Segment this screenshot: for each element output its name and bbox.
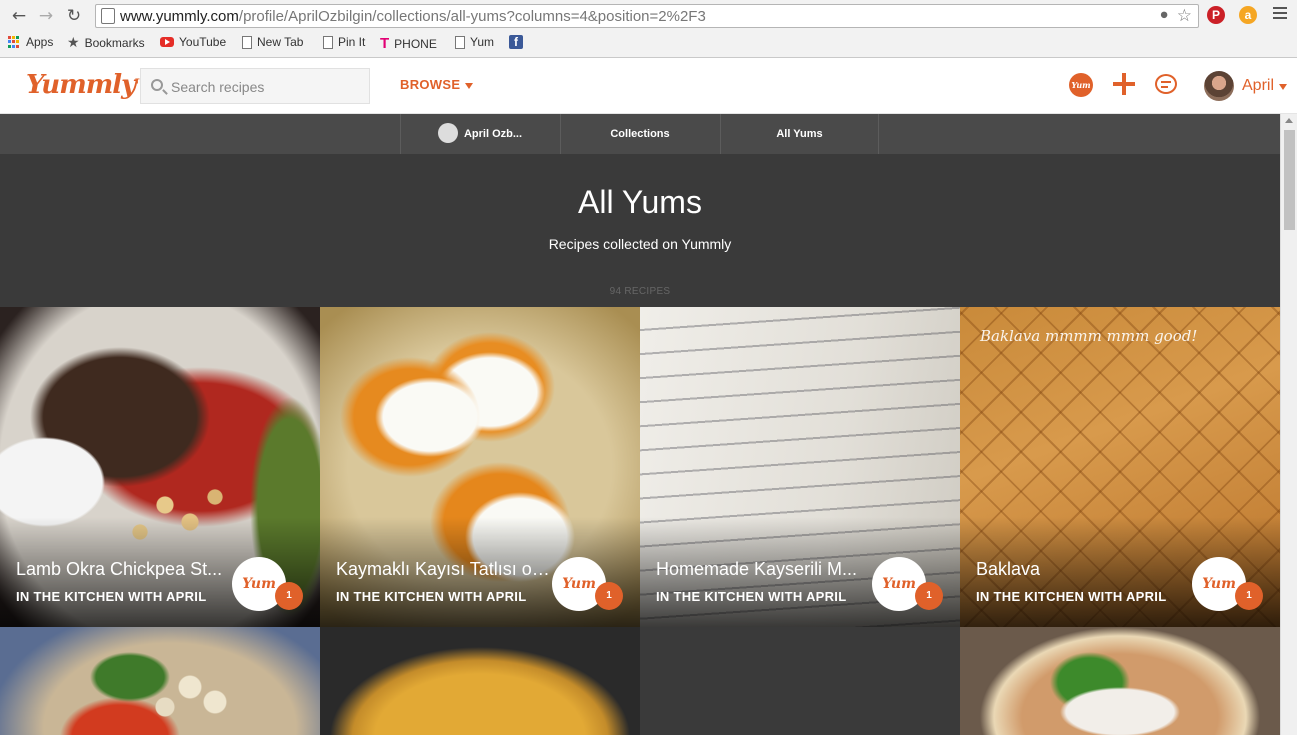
t-mobile-icon: T — [380, 35, 390, 52]
bookmark-youtube[interactable]: YouTube — [160, 35, 226, 49]
scroll-up-icon[interactable] — [1285, 118, 1293, 123]
recipe-source[interactable]: IN THE KITCHEN WITH APRIL — [656, 589, 846, 604]
bookmarks-bar: Apps ★ Bookmarks YouTube New Tab Pin It … — [0, 32, 1297, 54]
recipe-card[interactable] — [0, 627, 320, 735]
yum-count-badge: 1 — [275, 582, 303, 610]
recipe-card[interactable] — [960, 627, 1280, 735]
bookmark-phone[interactable]: T PHONE — [380, 35, 437, 52]
pinterest-icon[interactable]: P — [1207, 6, 1225, 24]
user-menu[interactable]: April — [1242, 77, 1274, 95]
yum-button[interactable]: Yum — [1069, 73, 1093, 97]
yummly-logo[interactable]: YummlyTM — [26, 70, 145, 100]
recipe-card[interactable]: Homemade Kayserili M... IN THE KITCHEN W… — [640, 307, 960, 627]
recipe-image[interactable] — [960, 627, 1280, 735]
search-box[interactable] — [140, 68, 370, 104]
recipe-source[interactable]: IN THE KITCHEN WITH APRIL — [16, 589, 206, 604]
breadcrumb-collections[interactable]: Collections — [560, 114, 719, 154]
scrollbar[interactable] — [1280, 114, 1297, 735]
recipe-card[interactable]: Baklava mmmm mmm good! Baklava IN THE KI… — [960, 307, 1280, 627]
bookmark-star-icon[interactable]: ☆ — [1177, 6, 1192, 26]
chevron-down-icon — [465, 82, 474, 89]
back-icon[interactable]: ← — [8, 6, 30, 26]
messages-icon[interactable] — [1155, 74, 1177, 94]
apps-grid-icon — [8, 35, 21, 49]
page-icon — [323, 35, 333, 49]
avatar — [437, 123, 458, 144]
facebook-icon: f — [509, 35, 523, 49]
search-input[interactable] — [171, 77, 361, 97]
avatar[interactable] — [1204, 71, 1234, 101]
bookmark-bookmarks[interactable]: ★ Bookmarks — [67, 35, 145, 51]
add-icon[interactable] — [1112, 72, 1136, 96]
page-icon — [455, 35, 465, 49]
extension-icon[interactable]: a — [1239, 6, 1257, 24]
recipe-title[interactable]: Lamb Okra Chickpea St... — [16, 559, 231, 580]
reload-icon[interactable]: ↻ — [63, 6, 85, 26]
browse-menu[interactable]: BROWSE — [400, 77, 474, 92]
address-bar[interactable]: www.yummly.com/profile/AprilOzbilgin/col… — [95, 4, 1199, 28]
bookmark-yum[interactable]: Yum — [455, 35, 494, 49]
browser-menu-icon[interactable] — [1273, 7, 1287, 22]
recipe-source[interactable]: IN THE KITCHEN WITH APRIL — [976, 589, 1166, 604]
chevron-down-icon[interactable] — [1279, 84, 1287, 90]
page-icon — [101, 8, 115, 24]
recipe-card[interactable] — [320, 627, 640, 735]
image-caption: Baklava mmmm mmm good! — [980, 327, 1198, 345]
breadcrumb-profile[interactable]: April Ozb... — [400, 114, 559, 154]
star-icon: ★ — [67, 35, 80, 51]
yum-count-badge: 1 — [1235, 582, 1263, 610]
collection-header: All Yums Recipes collected on Yummly 94 … — [0, 154, 1280, 307]
page-icon — [242, 35, 252, 49]
youtube-icon — [160, 37, 174, 47]
recipe-card[interactable]: Kaymaklı Kayısı Tatlısı or... IN THE KIT… — [320, 307, 640, 627]
page-title: All Yums — [578, 184, 702, 220]
browser-chrome: ← → ↻ www.yummly.com/profile/AprilOzbilg… — [0, 0, 1297, 58]
recipe-source[interactable]: IN THE KITCHEN WITH APRIL — [336, 589, 526, 604]
yum-count-badge: 1 — [915, 582, 943, 610]
bookmark-apps[interactable]: Apps — [8, 35, 53, 49]
site-header: YummlyTM BROWSE — [0, 58, 1297, 114]
recipe-card[interactable]: Lamb Okra Chickpea St... IN THE KITCHEN … — [0, 307, 320, 627]
bookmark-facebook[interactable]: f — [509, 35, 523, 49]
search-icon — [151, 79, 163, 91]
key-icon[interactable]: ⚫ — [1158, 8, 1170, 24]
recipe-title[interactable]: Kaymaklı Kayısı Tatlısı or... — [336, 559, 551, 580]
recipe-title[interactable]: Homemade Kayserili M... — [656, 559, 871, 580]
bookmark-pin-it[interactable]: Pin It — [323, 35, 365, 49]
breadcrumb: April Ozb... Collections All Yums — [0, 114, 1280, 154]
recipe-image[interactable] — [0, 627, 320, 735]
recipe-count: 94 RECIPES — [609, 286, 671, 297]
scrollbar-thumb[interactable] — [1284, 130, 1295, 230]
recipe-image[interactable] — [320, 627, 640, 735]
yum-count-badge: 1 — [595, 582, 623, 610]
breadcrumb-all-yums[interactable]: All Yums — [720, 114, 879, 154]
bookmark-new-tab[interactable]: New Tab — [242, 35, 303, 49]
page-subtitle: Recipes collected on Yummly — [548, 236, 732, 252]
recipe-title[interactable]: Baklava — [976, 559, 1191, 580]
forward-icon[interactable]: → — [35, 6, 57, 26]
url-text[interactable]: www.yummly.com/profile/AprilOzbilgin/col… — [120, 8, 706, 25]
recipe-card-placeholder — [640, 627, 960, 735]
